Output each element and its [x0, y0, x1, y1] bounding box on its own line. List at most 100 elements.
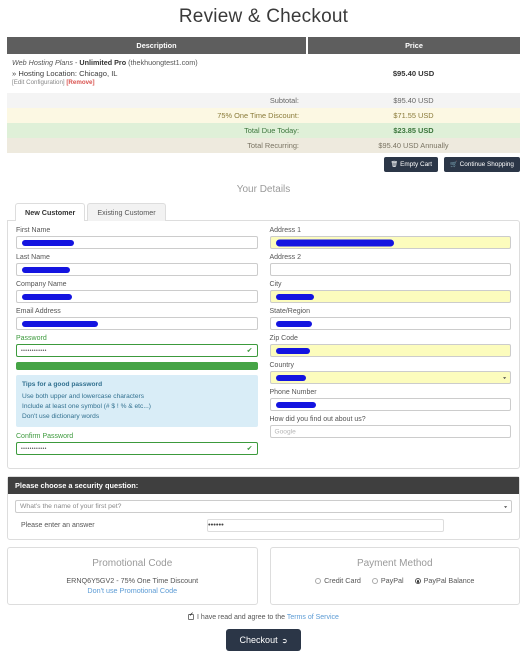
- password-tips-title: Tips for a good password: [22, 381, 103, 389]
- subtotal-label: Subtotal:: [7, 93, 307, 109]
- promotional-code-card: Promotional Code ERNQ6Y5GV2 - 75% One Ti…: [7, 547, 258, 606]
- address-1-input[interactable]: [269, 236, 511, 250]
- empty-cart-button[interactable]: 🗑 Empty Cart: [384, 157, 439, 173]
- plan-name-label: Unlimited Pro: [79, 58, 127, 67]
- payment-method-card: Payment Method Credit Card PayPal PayPal…: [269, 547, 520, 606]
- summary-row-subtotal: Subtotal: $95.40 USD: [7, 93, 520, 109]
- radio-icon[interactable]: [315, 577, 322, 584]
- email-address-label: Email Address: [16, 308, 61, 316]
- field-first-name: First Name: [16, 227, 258, 250]
- zip-code-input[interactable]: [269, 344, 511, 358]
- address-2-input[interactable]: [269, 263, 511, 277]
- confirm-password-input[interactable]: •••••••••••• ✔: [16, 442, 258, 456]
- referral-source-input[interactable]: Google: [269, 425, 511, 439]
- tab-new-customer[interactable]: New Customer: [15, 203, 86, 222]
- redaction-mark: [275, 239, 394, 247]
- email-address-input[interactable]: [16, 317, 258, 331]
- details-panel: First Name Last Name Company Name Email …: [7, 220, 520, 470]
- terms-text: I have read and agree to the: [197, 614, 285, 622]
- details-right-column: Address 1 Address 2 City State/Region Zi…: [269, 227, 511, 460]
- remove-item-link[interactable]: [Remove]: [66, 79, 94, 86]
- terms-agreement-row: I have read and agree to the Terms of Se…: [0, 613, 527, 622]
- payment-method-title: Payment Method: [356, 558, 433, 570]
- radio-icon[interactable]: [371, 577, 378, 584]
- continue-shopping-button[interactable]: 🛒 Continue Shopping: [444, 157, 520, 173]
- password-label: Password: [16, 335, 47, 343]
- checkout-page: Review & Checkout Description Price Web …: [0, 0, 527, 655]
- payment-option-paypal-label: PayPal: [380, 576, 404, 586]
- customer-type-tabs: New Customer Existing Customer: [7, 202, 520, 222]
- company-name-label: Company Name: [16, 281, 67, 289]
- field-address-2: Address 2: [269, 254, 511, 277]
- cart-table-header-row: Description Price: [7, 37, 520, 54]
- plan-group-label: Web Hosting Plans: [12, 58, 73, 67]
- field-zip-code: Zip Code: [269, 335, 511, 358]
- total-recurring-value: $95.40 USD Annually: [307, 138, 520, 154]
- field-company-name: Company Name: [16, 281, 258, 304]
- radio-icon-selected[interactable]: [414, 577, 421, 584]
- referral-source-placeholder: Google: [274, 428, 296, 436]
- summary-row-total-due: Total Due Today: $23.85 USD: [7, 123, 520, 139]
- discount-label: 75% One Time Discount:: [7, 108, 307, 124]
- password-tips-box: Tips for a good password Use both upper …: [16, 375, 258, 428]
- promotional-code-title: Promotional Code: [92, 558, 173, 570]
- first-name-label: First Name: [16, 227, 51, 235]
- field-confirm-password: Confirm Password •••••••••••• ✔: [16, 433, 258, 456]
- cart-item-price: $95.40 USD: [392, 69, 435, 79]
- confirm-password-label: Confirm Password: [16, 433, 74, 441]
- state-region-input[interactable]: [269, 317, 511, 331]
- field-address-1: Address 1: [269, 227, 511, 250]
- tab-existing-customer[interactable]: Existing Customer: [87, 203, 166, 222]
- field-state-region: State/Region: [269, 308, 511, 331]
- edit-configuration-link[interactable]: [Edit Configuration]: [12, 79, 65, 86]
- field-email-address: Email Address: [16, 308, 258, 331]
- page-title: Review & Checkout: [178, 6, 349, 27]
- plan-domain-label: (thekhuongtest1.com): [128, 58, 198, 67]
- terms-checkbox[interactable]: [188, 613, 195, 621]
- phone-number-label: Phone Number: [269, 389, 317, 397]
- zip-code-label: Zip Code: [269, 335, 298, 343]
- redaction-mark: [275, 293, 314, 300]
- trash-icon: 🗑: [390, 162, 399, 169]
- total-due-label: Total Due Today:: [7, 123, 307, 139]
- total-recurring-label: Total Recurring:: [7, 138, 307, 154]
- continue-shopping-label: Continue Shopping: [459, 161, 514, 169]
- city-input[interactable]: [269, 290, 511, 304]
- terms-of-service-link[interactable]: Terms of Service: [287, 614, 339, 621]
- remove-promotional-code-link[interactable]: Don't use Promotional Code: [14, 586, 251, 595]
- password-input[interactable]: •••••••••••• ✔: [16, 344, 258, 358]
- redaction-mark: [275, 374, 306, 381]
- address-2-label: Address 2: [269, 254, 302, 262]
- company-name-input[interactable]: [16, 290, 258, 304]
- field-country: Country: [269, 362, 511, 385]
- security-question-select[interactable]: What's the name of your first pet?: [15, 500, 512, 514]
- cart-item-description-cell: Web Hosting Plans - Unlimited Pro (thekh…: [7, 54, 307, 93]
- field-password: Password •••••••••••• ✔: [16, 335, 258, 358]
- redaction-mark: [22, 266, 70, 273]
- redaction-mark: [275, 320, 312, 327]
- phone-number-input[interactable]: [269, 398, 511, 412]
- column-header-price: Price: [307, 37, 520, 54]
- check-icon: ✔: [246, 347, 253, 355]
- payment-option-paypal-balance[interactable]: PayPal Balance: [414, 576, 474, 585]
- field-last-name: Last Name: [16, 254, 258, 277]
- payment-option-paypal[interactable]: PayPal: [371, 576, 404, 586]
- security-answer-input[interactable]: ••••••: [207, 519, 444, 533]
- security-answer-value: ••••••: [208, 520, 224, 530]
- security-question-section: Please choose a security question: What'…: [7, 476, 520, 541]
- security-answer-label: Please enter an answer: [21, 522, 95, 530]
- country-select[interactable]: [269, 371, 511, 385]
- summary-row-discount: 75% One Time Discount: $71.55 USD: [7, 108, 520, 124]
- checkout-label: Checkout: [239, 635, 278, 646]
- first-name-input[interactable]: [16, 236, 258, 250]
- last-name-label: Last Name: [16, 254, 50, 262]
- password-tip-3: Don't use dictionary words: [22, 413, 100, 421]
- last-name-input[interactable]: [16, 263, 258, 277]
- country-label: Country: [269, 362, 295, 370]
- checkout-button[interactable]: Checkout ➲: [225, 629, 302, 652]
- promo-payment-row: Promotional Code ERNQ6Y5GV2 - 75% One Ti…: [7, 547, 520, 606]
- cart-table: Description Price Web Hosting Plans - Un…: [7, 37, 520, 154]
- address-1-label: Address 1: [269, 227, 302, 235]
- city-label: City: [269, 281, 282, 289]
- payment-option-credit-card[interactable]: Credit Card: [315, 576, 361, 585]
